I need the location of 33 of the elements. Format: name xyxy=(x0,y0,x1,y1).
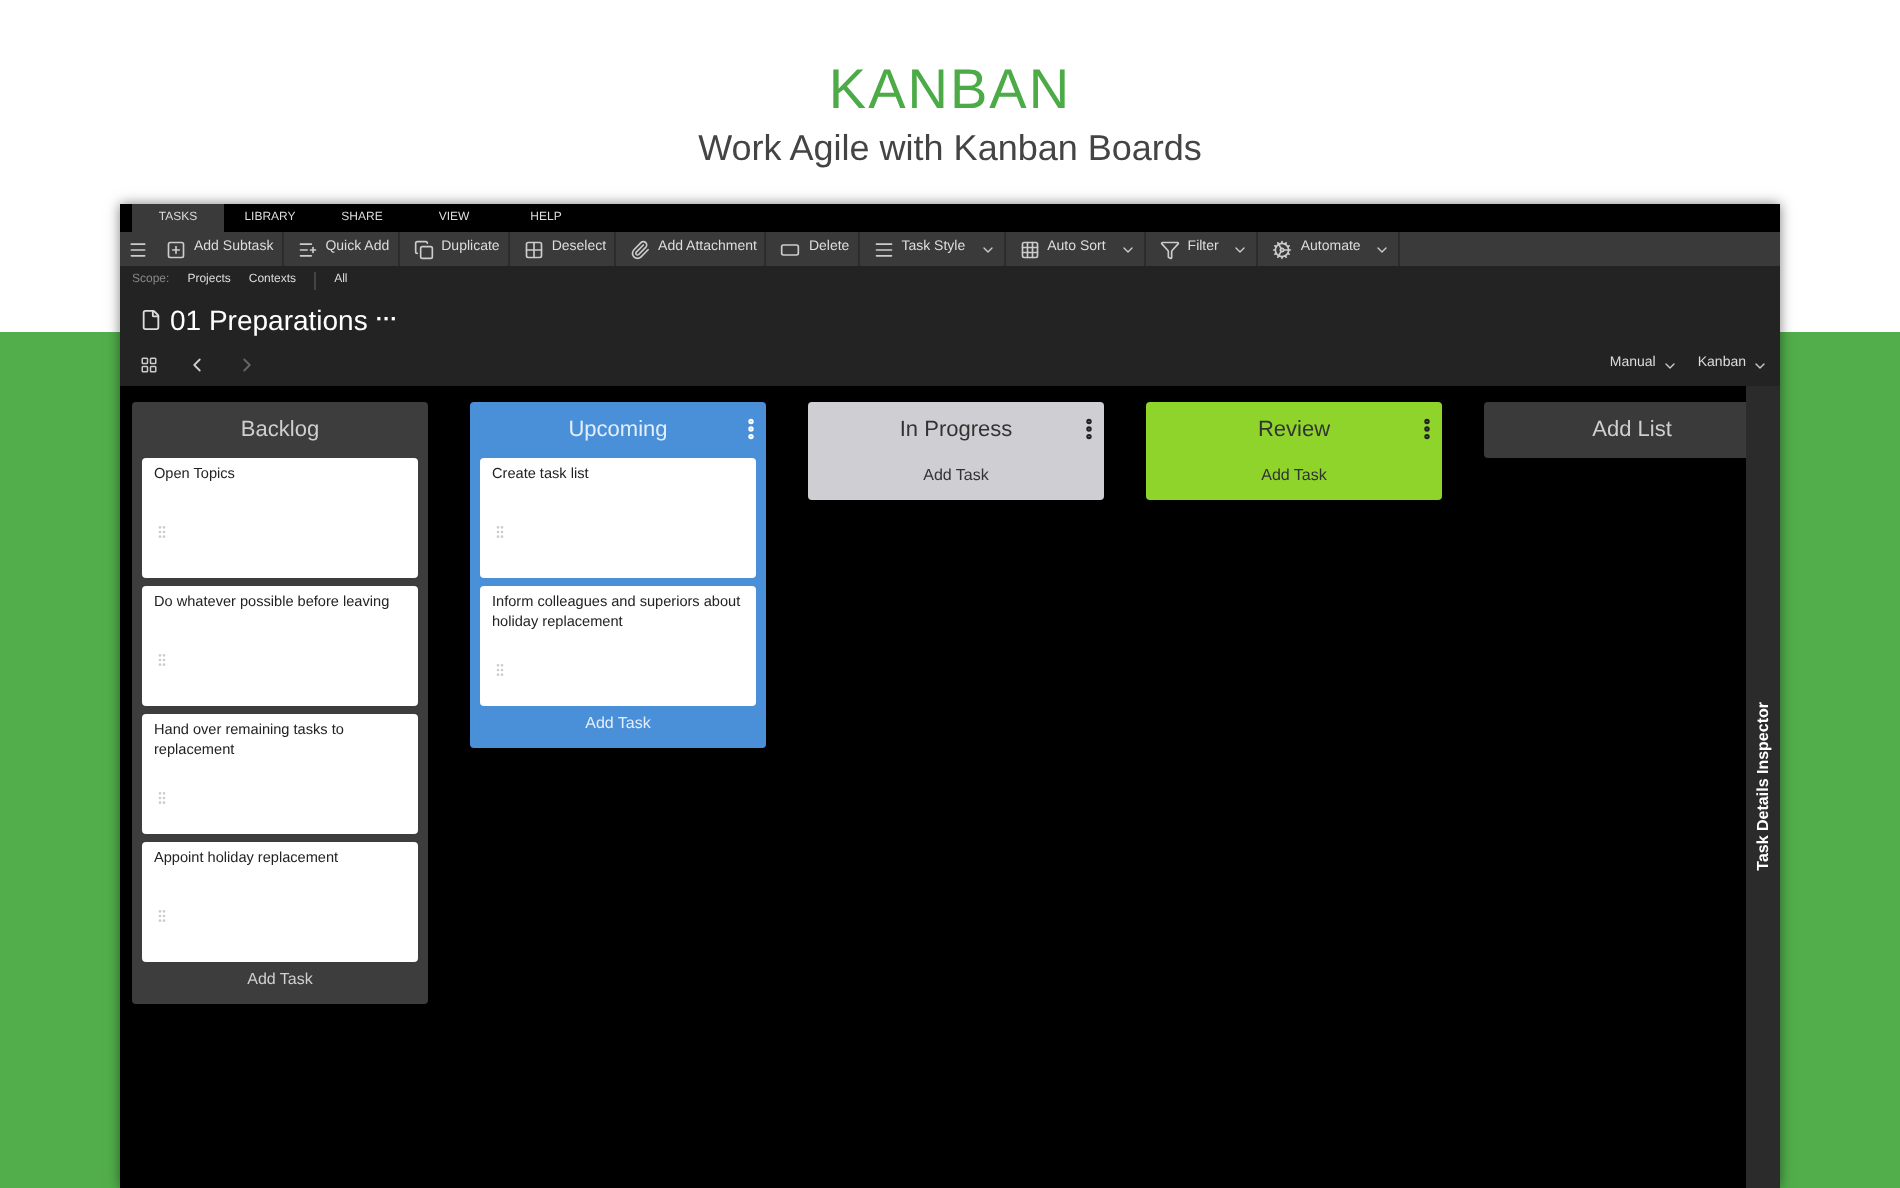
add-task-button[interactable]: Add Task xyxy=(818,458,1094,494)
grid-icon xyxy=(1019,239,1040,259)
more-button[interactable]: ··· xyxy=(375,303,398,337)
list-plus-icon xyxy=(297,239,318,259)
gear-icon xyxy=(1272,239,1293,259)
grid-icon xyxy=(523,239,544,259)
board-icon[interactable] xyxy=(140,356,158,374)
add-task-button[interactable]: Add Task xyxy=(1156,458,1432,494)
drag-handle-icon[interactable] xyxy=(154,649,170,669)
lines-icon xyxy=(873,239,894,259)
page-subtitle: Work Agile with Kanban Boards xyxy=(698,126,1202,172)
list-title: Backlog xyxy=(240,415,320,446)
add-subtask-icon xyxy=(166,239,186,259)
duplicate-icon xyxy=(413,239,434,259)
drag-handle-icon[interactable] xyxy=(154,521,170,541)
menu-icon[interactable] xyxy=(128,239,148,259)
drag-handle-icon[interactable] xyxy=(492,521,508,541)
page-title: KANBAN xyxy=(828,56,1072,124)
inspector-panel[interactable]: Task Details Inspector xyxy=(1746,386,1780,1188)
drag-handle-icon[interactable] xyxy=(154,787,170,807)
drag-handle-icon[interactable] xyxy=(492,659,508,679)
inspector-label: Task Details Inspector xyxy=(1751,702,1774,872)
project-title: 01 Preparations xyxy=(170,301,368,340)
rectangle-icon xyxy=(780,239,801,259)
filter-icon xyxy=(1159,239,1180,259)
drag-handle-icon[interactable] xyxy=(154,905,170,925)
paperclip-icon xyxy=(630,239,651,259)
add-task-button[interactable]: Add Task xyxy=(142,962,418,998)
document-icon xyxy=(140,308,162,332)
add-list-button[interactable]: Add List xyxy=(1484,402,1746,458)
list-title: Review xyxy=(1257,415,1331,446)
list-title: In Progress xyxy=(899,415,1013,446)
list-title: Upcoming xyxy=(568,415,668,446)
